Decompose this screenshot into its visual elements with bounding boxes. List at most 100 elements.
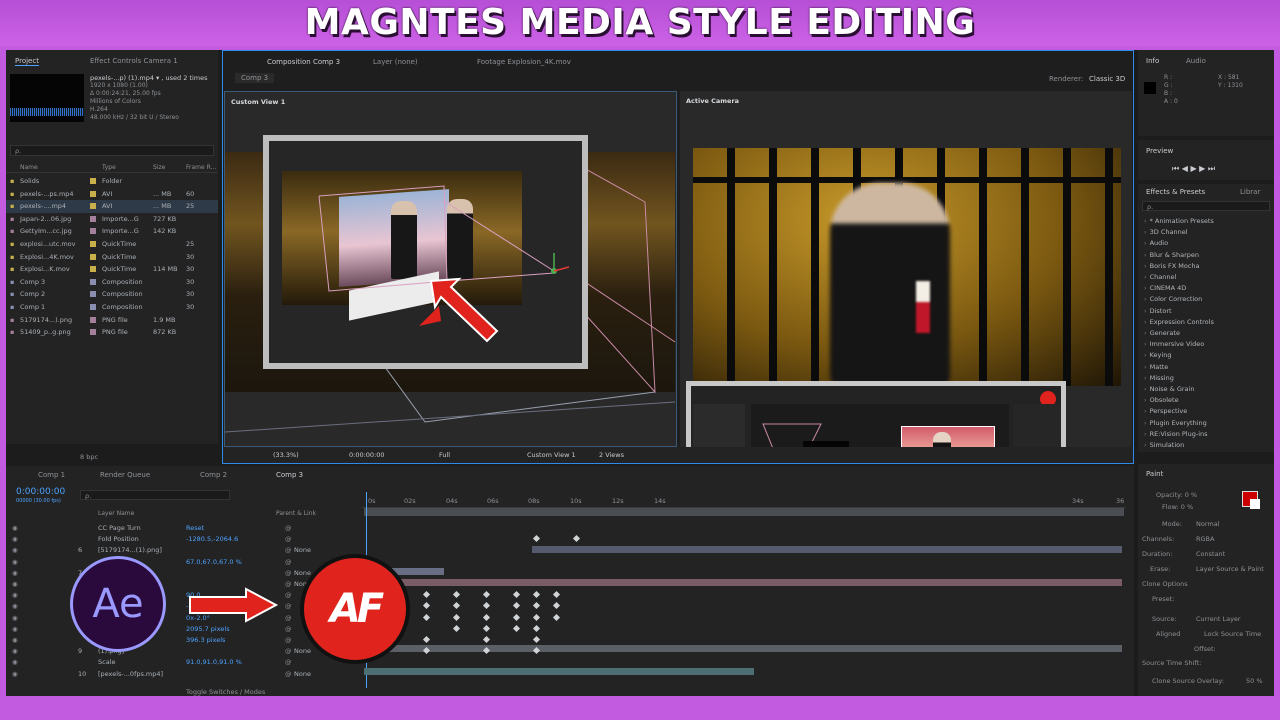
toggle-switches-modes[interactable]: Toggle Switches / Modes: [186, 688, 265, 696]
visibility-eye-icon[interactable]: ◉: [12, 602, 18, 610]
lock-source-time-checkbox[interactable]: Lock Source Time: [1204, 630, 1261, 638]
item-label-color[interactable]: [90, 265, 96, 274]
effects-category[interactable]: › Color Correction: [1138, 295, 1274, 306]
pickwhip-icon[interactable]: @: [285, 580, 292, 588]
timeline-layer-row[interactable]: ◉ Scale 91.0,91.0,91.0 % @: [6, 656, 362, 667]
tab-effects-presets[interactable]: Effects & Presets: [1146, 188, 1205, 196]
left-viewport[interactable]: Custom View 1: [224, 91, 677, 447]
pickwhip-icon[interactable]: @: [285, 658, 292, 666]
layer-property-value[interactable]: 67.0,67.0,67.0 %: [186, 558, 242, 566]
visibility-eye-icon[interactable]: ◉: [12, 535, 18, 543]
project-item[interactable]: ▪ pexels-....mp4 AVI ... MB 25: [6, 200, 218, 213]
paint-erase-value[interactable]: Layer Source & Paint: [1196, 565, 1264, 573]
effects-category[interactable]: › * Animation Presets: [1138, 217, 1274, 228]
pickwhip-icon[interactable]: @: [285, 546, 292, 554]
keyframe-marker[interactable]: [512, 624, 521, 632]
work-area-bar[interactable]: [364, 508, 1124, 516]
effects-category[interactable]: › Channel: [1138, 273, 1274, 284]
layer-property-value[interactable]: 2095.7 pixels: [186, 625, 230, 633]
project-item[interactable]: ▪ GettyIm...cc.jpg Importe...G 142 KB: [6, 225, 218, 238]
paint-flow[interactable]: Flow: 0 %: [1162, 503, 1193, 511]
visibility-eye-icon[interactable]: ◉: [12, 647, 18, 655]
renderer-value[interactable]: Classic 3D: [1089, 75, 1125, 83]
visibility-eye-icon[interactable]: ◉: [12, 658, 18, 666]
zoom-level[interactable]: (33.3%): [273, 451, 299, 459]
keyframe-marker[interactable]: [482, 602, 491, 610]
project-item[interactable]: ▪ explosi...utc.mov QuickTime 25: [6, 238, 218, 251]
item-label-color[interactable]: [90, 303, 96, 312]
item-label-color[interactable]: [90, 290, 96, 299]
visibility-eye-icon[interactable]: ◉: [12, 670, 18, 678]
effects-category[interactable]: › Expression Controls: [1138, 318, 1274, 329]
pickwhip-icon[interactable]: @: [285, 558, 292, 566]
col-type[interactable]: Type: [102, 164, 116, 171]
keyframe-marker[interactable]: [512, 602, 521, 610]
effects-category[interactable]: › Matte: [1138, 363, 1274, 374]
timeline-layer-row[interactable]: ◉ 10 [pexels-...0fps.mp4] @ None: [6, 668, 362, 679]
keyframe-marker[interactable]: [452, 613, 461, 621]
pickwhip-icon[interactable]: @: [285, 591, 292, 599]
tab-layer[interactable]: Layer (none): [373, 58, 418, 66]
visibility-eye-icon[interactable]: ◉: [12, 614, 18, 622]
aligned-checkbox[interactable]: Aligned: [1156, 630, 1180, 638]
project-item[interactable]: ▪ Comp 1 Composition 30: [6, 301, 218, 314]
tab-comp-2[interactable]: Comp 2: [200, 471, 227, 479]
background-color-swatch[interactable]: [1250, 499, 1260, 509]
item-label-color[interactable]: [90, 240, 96, 249]
timeline-layer-row[interactable]: ◉ CC Page Turn Reset @: [6, 522, 362, 533]
visibility-eye-icon[interactable]: ◉: [12, 546, 18, 554]
pickwhip-icon[interactable]: @: [285, 524, 292, 532]
tab-comp-3[interactable]: Comp 3: [276, 471, 303, 479]
keyframe-marker[interactable]: [552, 613, 561, 621]
layer-property-value[interactable]: Reset: [186, 524, 204, 532]
effects-category[interactable]: › 3D Channel: [1138, 228, 1274, 239]
keyframe-marker[interactable]: [532, 635, 541, 644]
keyframe-marker[interactable]: [422, 613, 431, 621]
project-search-input[interactable]: ρ.: [10, 145, 214, 156]
pickwhip-icon[interactable]: @: [285, 625, 292, 633]
effects-category[interactable]: › Noise & Grain: [1138, 385, 1274, 396]
keyframe-marker[interactable]: [452, 591, 461, 599]
right-viewport[interactable]: Active Camera: [680, 91, 1132, 447]
effects-category[interactable]: › Distort: [1138, 307, 1274, 318]
visibility-eye-icon[interactable]: ◉: [12, 591, 18, 599]
comp-3-subtab[interactable]: Comp 3: [235, 73, 275, 83]
effects-search-input[interactable]: ρ.: [1142, 201, 1270, 211]
keyframe-marker[interactable]: [512, 591, 521, 599]
tab-libraries[interactable]: Librar: [1240, 188, 1260, 196]
project-item[interactable]: ▪ Explosi...4K.mov QuickTime 30: [6, 251, 218, 264]
item-label-color[interactable]: [90, 227, 96, 236]
parent-select[interactable]: None: [294, 569, 311, 577]
visibility-eye-icon[interactable]: ◉: [12, 558, 18, 566]
tab-composition[interactable]: Composition Comp 3: [267, 58, 340, 66]
pickwhip-icon[interactable]: @: [285, 647, 292, 655]
keyframe-marker[interactable]: [532, 535, 541, 543]
effects-category[interactable]: › Simulation: [1138, 441, 1274, 452]
clone-overlay-value[interactable]: 50 %: [1246, 677, 1263, 685]
item-label-color[interactable]: [90, 202, 96, 211]
views-select[interactable]: 2 Views: [599, 451, 624, 459]
pickwhip-icon[interactable]: @: [285, 670, 292, 678]
effects-category[interactable]: › Blur & Sharpen: [1138, 251, 1274, 262]
keyframe-marker[interactable]: [532, 602, 541, 610]
keyframe-marker[interactable]: [482, 591, 491, 599]
project-item[interactable]: ▪ Japan-2...06.jpg Importe...G 727 KB: [6, 213, 218, 226]
keyframe-marker[interactable]: [452, 602, 461, 610]
project-item[interactable]: ▪ Comp 3 Composition 30: [6, 276, 218, 289]
timeline-layer-row[interactable]: ◉9(1).png]@None: [6, 645, 362, 656]
paint-mode-value[interactable]: Normal: [1196, 520, 1220, 528]
effects-category[interactable]: › Missing: [1138, 374, 1274, 385]
timeline-timecode[interactable]: 0:00:00:00: [16, 487, 65, 497]
item-label-color[interactable]: [90, 278, 96, 287]
timeline-layer-row[interactable]: ◉7.png]@None: [6, 567, 362, 578]
timeline-layer-row[interactable]: ◉ 67.0,67.0,67.0 % @: [6, 556, 362, 567]
keyframe-marker[interactable]: [512, 613, 521, 621]
keyframe-marker[interactable]: [532, 613, 541, 621]
item-label-color[interactable]: [90, 316, 96, 325]
parent-select[interactable]: None: [294, 647, 311, 655]
keyframe-marker[interactable]: [422, 591, 431, 599]
keyframe-marker[interactable]: [532, 624, 541, 632]
timeline-layer-row[interactable]: ◉ 6 [5179174...(1).png] @ None: [6, 544, 362, 555]
tab-effect-controls[interactable]: Effect Controls Camera 1: [90, 57, 178, 65]
col-frame-rate[interactable]: Frame R...: [186, 164, 216, 171]
